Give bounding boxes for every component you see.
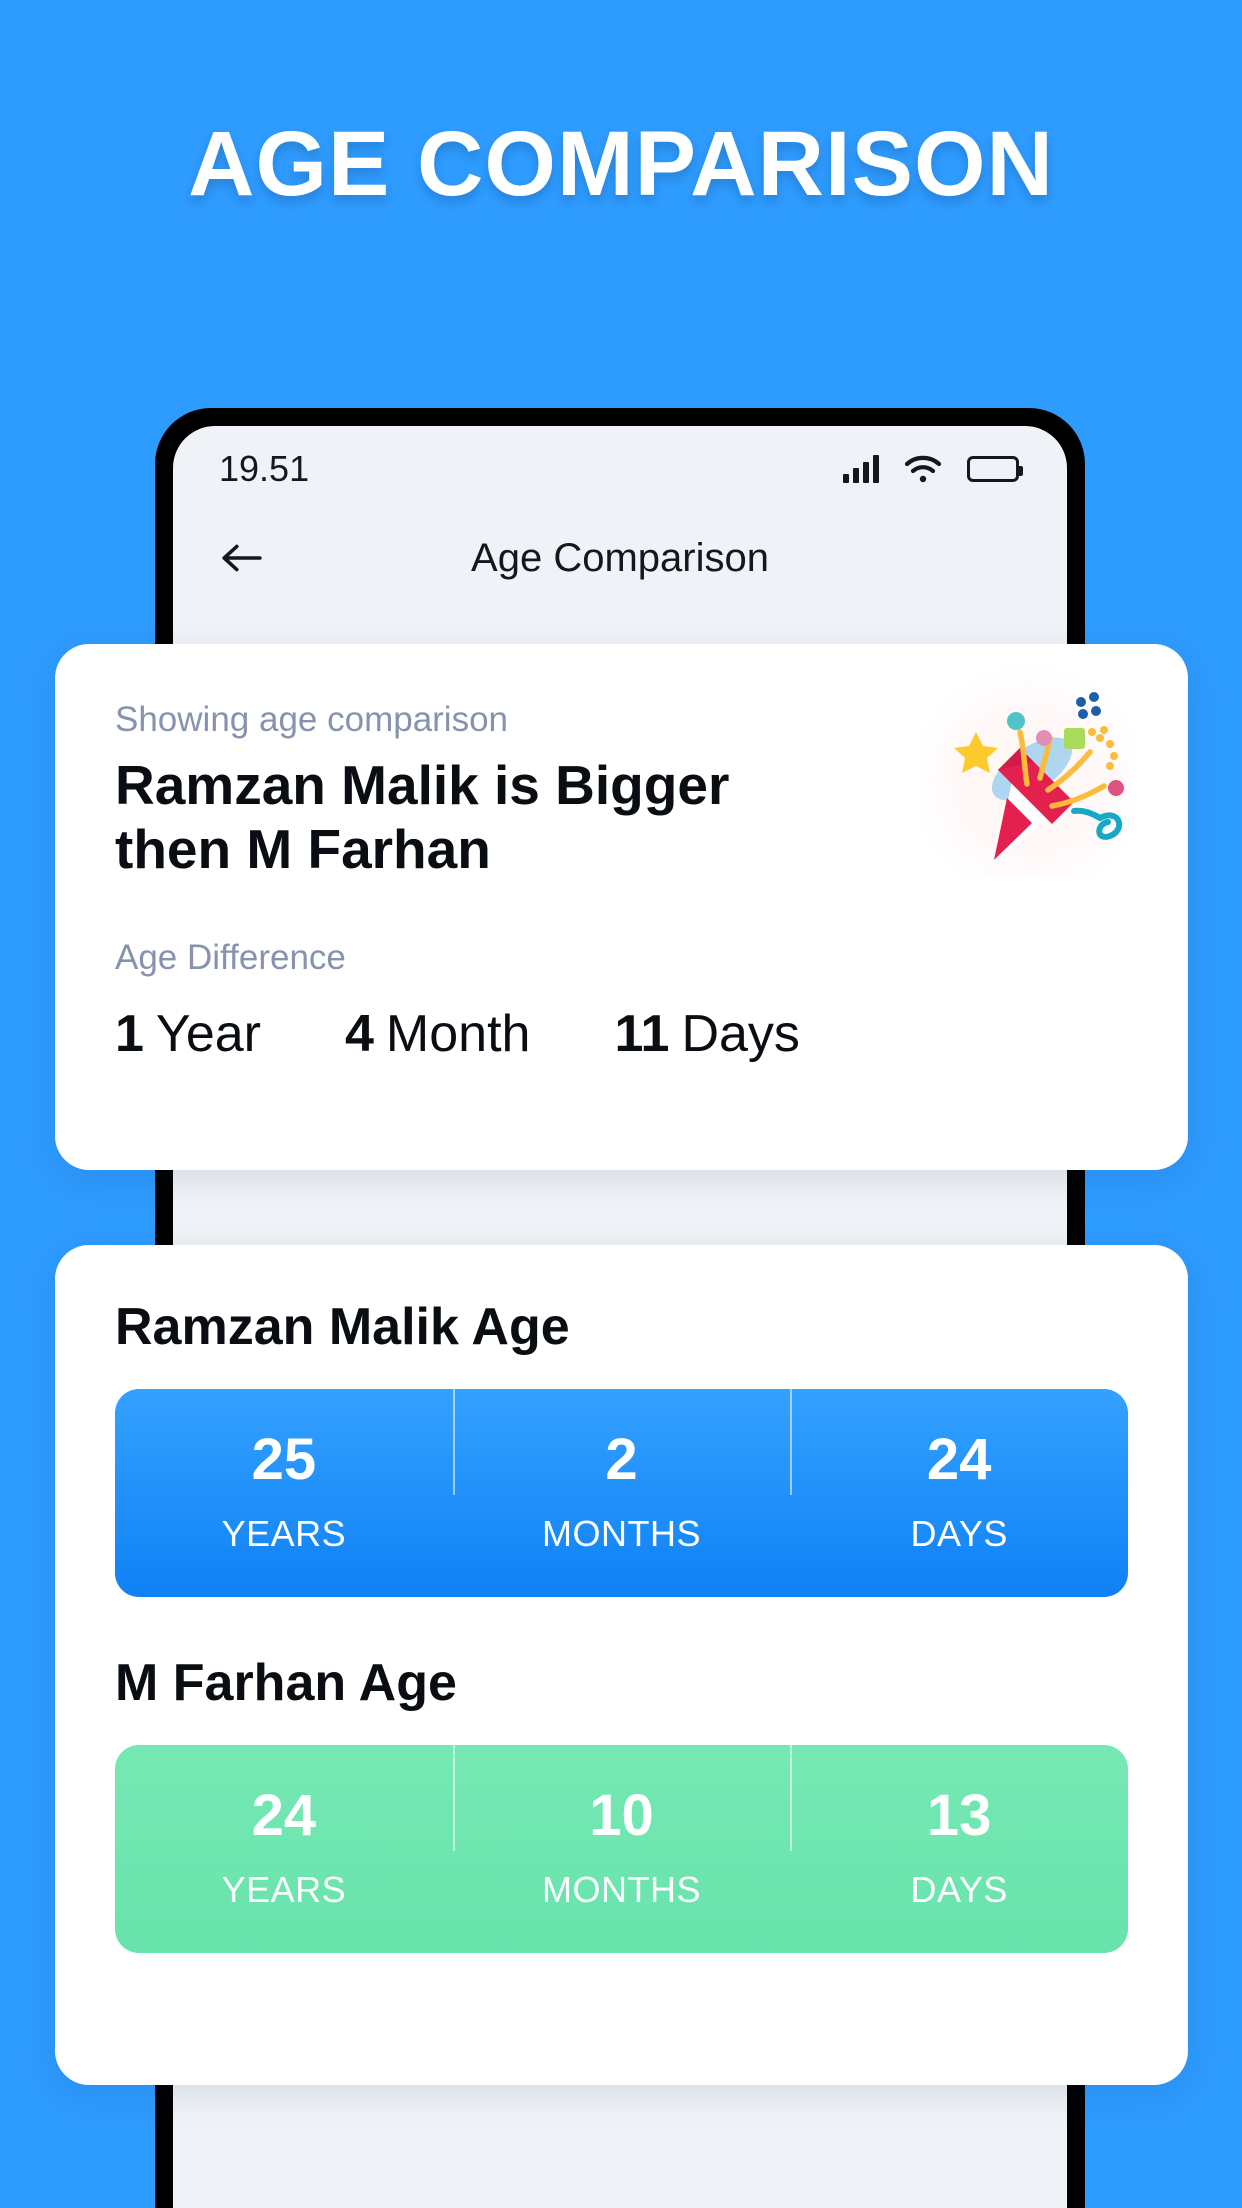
age-block-person-1: Ramzan Malik Age 25 YEARS 2 MONTHS 24 DA… <box>115 1297 1128 1597</box>
summary-text-block: Showing age comparison Ramzan Malik is B… <box>115 700 815 882</box>
age-difference-row: 1 Year 4 Month 11 Days <box>115 1004 1128 1064</box>
app-bar: Age Comparison <box>173 512 1067 604</box>
summary-card: Showing age comparison Ramzan Malik is B… <box>55 644 1188 1170</box>
app-bar-title: Age Comparison <box>471 535 769 580</box>
age-value: 25 <box>251 1427 317 1492</box>
difference-unit: Year <box>155 1004 261 1063</box>
age-unit: YEARS <box>221 1513 347 1554</box>
age-unit: DAYS <box>910 1513 1008 1554</box>
difference-item: 1 Year <box>115 1004 261 1064</box>
age-value: 24 <box>251 1783 317 1848</box>
person-name: Ramzan Malik Age <box>115 1298 570 1356</box>
difference-value: 4 <box>345 1004 374 1063</box>
status-bar: 19.51 <box>173 426 1067 512</box>
battery-icon <box>967 456 1023 482</box>
difference-item: 4 Month <box>345 1004 530 1064</box>
age-bar-green: 24 YEARS 10 MONTHS 13 DAYS <box>115 1735 1128 1953</box>
age-cell-months: 10 MONTHS <box>452 1735 791 1911</box>
age-value: 2 <box>605 1427 638 1492</box>
age-value: 24 <box>926 1427 992 1492</box>
summary-headline: Ramzan Malik is Bigger then M Farhan <box>115 754 730 880</box>
age-unit: YEARS <box>221 1869 347 1910</box>
summary-header: Showing age comparison Ramzan Malik is B… <box>115 666 1134 882</box>
age-cell-years: 24 YEARS <box>115 1787 453 1911</box>
status-icons <box>843 455 1023 483</box>
status-time: 19.51 <box>219 448 310 489</box>
age-cell-years: 25 YEARS <box>115 1431 453 1555</box>
age-unit: MONTHS <box>542 1869 701 1910</box>
age-difference-label: Age Difference <box>115 937 346 977</box>
difference-item: 11 Days <box>614 1004 799 1064</box>
age-cell-days: 13 DAYS <box>790 1735 1128 1911</box>
difference-unit: Month <box>385 1004 531 1063</box>
difference-unit: Days <box>681 1004 800 1063</box>
age-unit: DAYS <box>910 1869 1008 1910</box>
page-title: AGE COMPARISON <box>188 113 1054 215</box>
age-value: 13 <box>926 1783 992 1848</box>
age-value: 10 <box>589 1783 654 1848</box>
ages-card: Ramzan Malik Age 25 YEARS 2 MONTHS 24 DA… <box>55 1245 1188 2085</box>
difference-value: 11 <box>614 1004 670 1063</box>
age-bar-blue: 25 YEARS 2 MONTHS 24 DAYS <box>115 1379 1128 1597</box>
summary-label: Showing age comparison <box>115 700 509 739</box>
age-unit: MONTHS <box>542 1513 701 1554</box>
party-popper-icon <box>924 666 1134 876</box>
wifi-icon <box>904 455 942 483</box>
age-cell-months: 2 MONTHS <box>452 1379 791 1555</box>
age-cell-days: 24 DAYS <box>790 1379 1128 1555</box>
age-block-person-2: M Farhan Age 24 YEARS 10 MONTHS 13 DAYS <box>115 1653 1128 1953</box>
signal-bars-icon <box>843 455 879 483</box>
person-name: M Farhan Age <box>115 1654 457 1712</box>
difference-value: 1 <box>115 1004 144 1063</box>
